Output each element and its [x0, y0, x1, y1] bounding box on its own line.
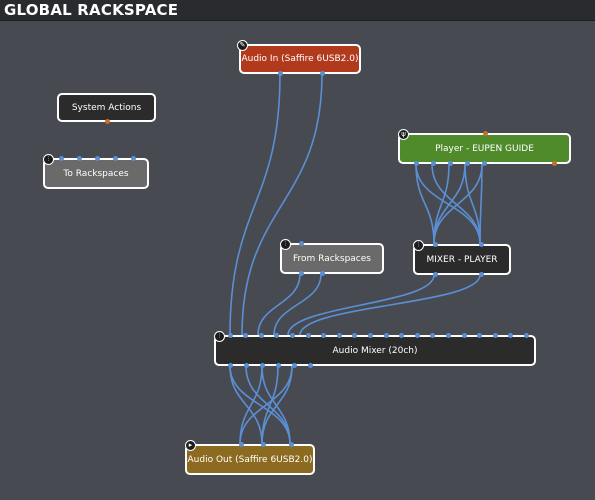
from-rackspaces-node[interactable]: From Rackspaces ⫶ [280, 239, 384, 276]
mixer-player-node[interactable]: MIXER - PLAYER ⫶ [413, 240, 511, 277]
input-pin[interactable] [445, 333, 451, 338]
input-pin[interactable] [288, 442, 294, 447]
system-actions-node[interactable]: System Actions [57, 93, 156, 124]
output-pin[interactable] [432, 272, 438, 277]
input-pin[interactable] [483, 131, 488, 136]
edit-icon[interactable]: ✎ [237, 40, 248, 51]
input-pin[interactable] [367, 333, 373, 338]
input-pin[interactable] [274, 333, 280, 338]
wire[interactable] [299, 274, 481, 336]
input-pin[interactable] [260, 442, 266, 447]
output-pin[interactable] [481, 161, 487, 166]
input-pin[interactable] [258, 333, 264, 338]
mixer-icon[interactable]: ⫶ [214, 331, 225, 342]
to-rackspaces-node[interactable]: To Rackspaces ⫶ [43, 154, 149, 189]
input-pin[interactable] [58, 156, 64, 161]
input-pin[interactable] [289, 333, 295, 338]
input-pin[interactable] [321, 333, 327, 338]
input-pin[interactable] [523, 333, 529, 338]
input-pin[interactable] [492, 333, 498, 338]
output-pin[interactable] [105, 119, 110, 124]
output-pin[interactable] [259, 363, 265, 368]
input-pin[interactable] [243, 333, 249, 338]
output-pin[interactable] [275, 363, 281, 368]
input-pin[interactable] [352, 333, 358, 338]
input-pin[interactable] [383, 333, 389, 338]
output-pin[interactable] [291, 363, 297, 368]
output-pin[interactable] [319, 271, 325, 276]
mixer-player-label: MIXER - PLAYER [426, 254, 498, 265]
input-pin[interactable] [414, 333, 420, 338]
input-pin[interactable] [238, 442, 244, 447]
player-label: Player - EUPEN GUIDE [435, 143, 534, 154]
output-pin[interactable] [464, 161, 470, 166]
audio-out-node[interactable]: Audio Out (Saffire 6USB2.0) ▸ [185, 440, 315, 475]
output-pin[interactable] [413, 161, 419, 166]
system-actions-label: System Actions [71, 102, 142, 113]
audio-mixer-label: Audio Mixer (20ch) [332, 345, 418, 356]
output-pin[interactable] [430, 161, 436, 166]
input-pin[interactable] [477, 333, 483, 338]
input-pin[interactable] [227, 333, 233, 338]
plugin-icon[interactable]: ψ [398, 129, 409, 140]
from-rackspaces-label: From Rackspaces [293, 253, 371, 264]
wire[interactable] [229, 365, 291, 445]
output-pin[interactable] [298, 271, 304, 276]
play-icon[interactable]: ▸ [185, 440, 196, 451]
input-pin[interactable] [432, 242, 438, 247]
audio-in-label: Audio In (Saffire 6USB2.0) [241, 54, 359, 64]
input-pin[interactable] [94, 156, 100, 161]
input-pin[interactable] [298, 241, 304, 246]
output-pin[interactable] [447, 161, 453, 166]
wire[interactable] [287, 274, 435, 336]
output-pin[interactable] [277, 71, 283, 76]
input-pin[interactable] [305, 333, 311, 338]
input-pin[interactable] [478, 242, 484, 247]
output-pin[interactable] [552, 161, 557, 166]
wire[interactable] [273, 273, 322, 336]
mixer-icon[interactable]: ⫶ [43, 154, 54, 165]
input-pin[interactable] [336, 333, 342, 338]
output-pin[interactable] [478, 272, 484, 277]
wire[interactable] [433, 163, 466, 245]
output-pin[interactable] [307, 363, 313, 368]
input-pin[interactable] [130, 156, 136, 161]
input-pin[interactable] [508, 333, 514, 338]
input-pin[interactable] [399, 333, 405, 338]
wire[interactable] [229, 365, 263, 445]
audio-in-node[interactable]: Audio In (Saffire 6USB2.0) ✎ [237, 40, 361, 76]
output-pin[interactable] [227, 363, 233, 368]
output-pin[interactable] [319, 71, 325, 76]
to-rackspaces-label: To Rackspaces [63, 168, 129, 179]
input-pin[interactable] [430, 333, 436, 338]
audio-mixer-node[interactable]: Audio Mixer (20ch) ⫶ [214, 331, 536, 368]
audio-out-label: Audio Out (Saffire 6USB2.0) [187, 454, 313, 465]
input-pin[interactable] [112, 156, 118, 161]
wire[interactable] [245, 365, 291, 445]
wire[interactable] [229, 73, 281, 336]
player-node[interactable]: Player - EUPEN GUIDE ψ [398, 129, 571, 166]
output-pin[interactable] [243, 363, 249, 368]
input-pin[interactable] [76, 156, 82, 161]
input-pin[interactable] [461, 333, 467, 338]
mixer-icon[interactable]: ⫶ [280, 239, 291, 250]
mixer-icon[interactable]: ⫶ [413, 240, 424, 251]
